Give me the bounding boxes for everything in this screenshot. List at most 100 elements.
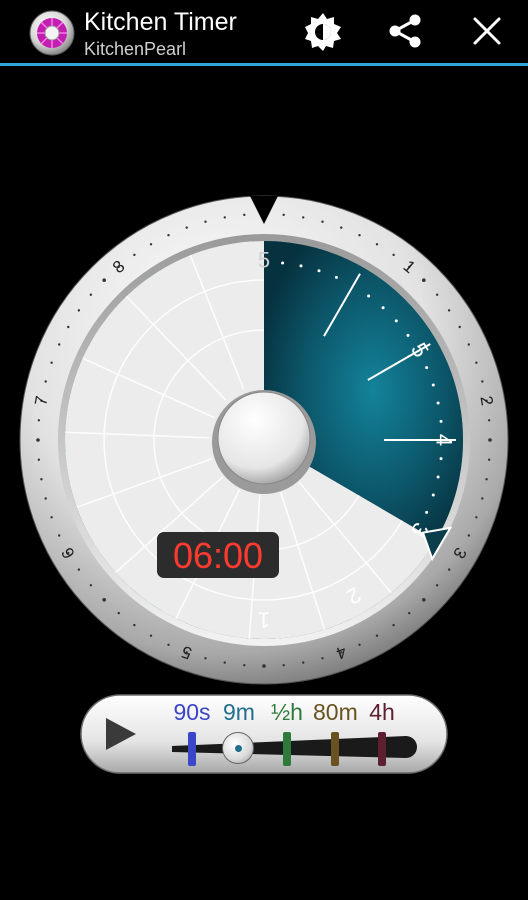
preset-label[interactable]: 9m: [217, 698, 261, 726]
bezel-tick: [89, 584, 93, 587]
bezel-tick: [223, 216, 226, 219]
face-minor-dot: [436, 475, 440, 479]
bezel-tick: [467, 534, 471, 537]
app-title: Kitchen Timer: [84, 8, 237, 36]
face-minor-dot: [381, 306, 385, 310]
bezel-tick: [282, 663, 285, 667]
bezel-tick: [185, 226, 188, 229]
close-icon: [471, 15, 503, 52]
bezel-tick: [487, 419, 491, 422]
bezel-tick: [485, 478, 488, 481]
face-minor-dot: [299, 264, 303, 268]
bezel-tick: [57, 343, 61, 346]
brightness-icon: [303, 11, 343, 56]
face-minor-dot: [367, 294, 371, 298]
bezel-tick: [358, 643, 361, 647]
timer-dial[interactable]: 12345678 543215 06:00: [0, 190, 528, 690]
face-minor-dot: [436, 401, 440, 405]
bezel-tick: [44, 380, 47, 383]
bezel-tick: [467, 343, 471, 346]
bezel-tick: [243, 663, 246, 667]
face-minor-dot: [317, 269, 321, 273]
bezel-tick: [77, 568, 81, 571]
bezel-tick: [447, 568, 451, 571]
bezel-tick: [375, 634, 379, 637]
bezel-tick: [133, 253, 136, 257]
bezel-tick: [282, 213, 285, 217]
bezel-tick: [50, 516, 53, 519]
bezel-tick: [422, 598, 426, 602]
slider-thumb[interactable]: [222, 732, 254, 764]
bezel-tick: [102, 278, 106, 282]
time-display-text: 06:00: [173, 535, 263, 576]
face-minor-dot: [394, 319, 398, 323]
face-minor-dot: [334, 275, 338, 279]
bezel-tick: [37, 419, 41, 422]
bezel-tick: [67, 325, 70, 329]
face-minor-dot: [281, 261, 285, 265]
face-minor-dot: [406, 333, 410, 337]
play-button[interactable]: [104, 716, 138, 752]
bezel-tick: [481, 380, 484, 383]
bezel-tick: [36, 438, 40, 442]
bezel-tick: [89, 293, 93, 296]
bezel-tick: [435, 293, 439, 296]
bezel-tick: [302, 661, 305, 664]
bezel-tick: [167, 233, 170, 237]
close-button[interactable]: [462, 8, 512, 58]
bezel-tick: [392, 253, 395, 257]
bezel-tick: [149, 243, 153, 246]
bezel-tick: [481, 497, 484, 500]
face-minor-dot: [431, 493, 435, 497]
bezel-tick: [375, 243, 379, 246]
bezel-tick: [488, 438, 492, 442]
share-button[interactable]: [380, 8, 430, 58]
bezel-tick: [77, 309, 81, 312]
time-display: 06:00: [157, 532, 279, 578]
bezel-tick: [44, 497, 47, 500]
preset-label[interactable]: 80m: [313, 698, 358, 726]
bezel-tick: [392, 623, 395, 627]
action-bar: Kitchen Timer KitchenPearl: [0, 0, 528, 66]
bezel-tick: [102, 598, 106, 602]
face-label: 5: [258, 248, 270, 273]
bezel-tick: [133, 623, 136, 627]
bezel-tick: [50, 361, 53, 364]
brightness-button[interactable]: [298, 8, 348, 58]
app-subtitle: KitchenPearl: [84, 39, 187, 59]
face-minor-dot: [439, 457, 443, 461]
face-minor-dot: [425, 366, 429, 370]
bezel-tick: [358, 233, 361, 237]
bezel-tick: [340, 226, 343, 229]
preset-tick[interactable]: [188, 732, 196, 766]
share-icon: [385, 11, 425, 56]
preset-tick[interactable]: [378, 732, 386, 766]
face-label: 4: [432, 434, 457, 446]
face-label: 1: [258, 608, 270, 633]
bezel-tick: [458, 325, 461, 329]
bezel-tick: [435, 584, 439, 587]
bezel-tick: [57, 534, 61, 537]
app-icon[interactable]: [28, 9, 76, 57]
preset-slider-panel: 90s 9m ½h 80m 4h: [80, 694, 448, 774]
face-minor-dot: [431, 383, 435, 387]
bezel-tick: [149, 634, 153, 637]
bezel-tick: [408, 611, 411, 615]
bezel-tick: [262, 664, 266, 668]
bezel-tick: [422, 278, 426, 282]
bezel-tick: [223, 661, 226, 664]
preset-label[interactable]: ½h: [265, 698, 309, 726]
preset-tick[interactable]: [331, 732, 339, 766]
center-knob[interactable]: [217, 391, 311, 485]
play-icon: [104, 718, 138, 756]
bezel-tick: [117, 611, 120, 615]
face-minor-dot: [425, 510, 429, 514]
bezel-tick: [167, 643, 170, 647]
bezel-tick: [321, 220, 324, 223]
preset-label[interactable]: 4h: [360, 698, 404, 726]
bezel-tick: [487, 458, 491, 461]
preset-tick[interactable]: [283, 732, 291, 766]
bezel-tick: [321, 657, 324, 660]
action-bar-divider: [0, 63, 528, 66]
preset-label[interactable]: 90s: [170, 698, 214, 726]
